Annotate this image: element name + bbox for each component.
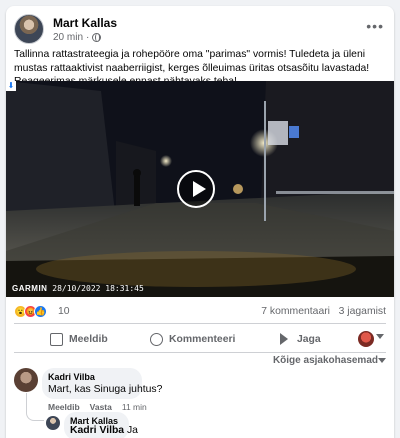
video-player[interactable]: ⬇ GARMIN 28/10/2022 18:31:45 [6, 81, 394, 297]
post-time[interactable]: 20 min [53, 32, 83, 43]
reaction-icons[interactable]: 😮 😡 👍 [14, 305, 47, 318]
reply-body: Ja [126, 425, 138, 436]
commenter-avatar[interactable] [14, 368, 38, 392]
divider [14, 323, 386, 324]
watermark-timestamp: 28/10/2022 18:31:45 [52, 284, 144, 293]
author-avatar[interactable] [14, 14, 44, 44]
comment-actions: Meeldib Vasta 11 min [48, 402, 147, 412]
watermark-brand: GARMIN [12, 284, 48, 293]
comment-button[interactable]: Kommenteeri [150, 326, 235, 352]
share-label: Jaga [297, 333, 321, 345]
globe-icon [92, 33, 102, 42]
comment-count[interactable]: 7 kommentaari [261, 306, 330, 317]
chevron-down-icon[interactable] [376, 334, 384, 339]
play-button[interactable] [177, 170, 215, 208]
comment-time[interactable]: 11 min [122, 402, 147, 412]
divider [14, 352, 386, 353]
post-meta: 20 min · [53, 32, 102, 43]
post-as-avatar[interactable] [358, 331, 374, 347]
reply-avatar[interactable] [46, 416, 60, 430]
reply-text: Kadri Vilba Ja [70, 425, 138, 436]
post-stats: 😮 😡 👍 10 7 kommentaari 3 jagamist [14, 302, 386, 322]
reply-mention[interactable]: Kadri Vilba [70, 425, 124, 436]
post-card: Mart Kallas 20 min · ••• Tallinna rattas… [6, 6, 394, 438]
comment-like-button[interactable]: Meeldib [48, 402, 80, 412]
video-watermark: GARMIN 28/10/2022 18:31:45 [12, 284, 144, 293]
like-label: Meeldib [69, 333, 108, 345]
comment-text: Mart, kas Sinuga juhtus? [48, 384, 163, 395]
reply-thread-line [26, 393, 44, 421]
reaction-count[interactable]: 10 [58, 306, 70, 317]
share-icon [280, 333, 288, 345]
share-count[interactable]: 3 jagamist [339, 306, 386, 317]
share-button[interactable]: Jaga [280, 326, 321, 352]
post-header: Mart Kallas 20 min · ••• [14, 14, 386, 46]
comment-reply-button[interactable]: Vasta [90, 402, 112, 412]
download-icon[interactable]: ⬇ [6, 81, 16, 91]
reply-bubble: Mart Kallas Kadri Vilba Ja [64, 412, 138, 438]
more-options-icon[interactable]: ••• [366, 18, 384, 34]
post-actions: Meeldib Kommenteeri Jaga [14, 326, 386, 352]
comment-bubble: Kadri Vilba Mart, kas Sinuga juhtus? [42, 368, 162, 399]
chevron-down-icon[interactable] [378, 358, 386, 363]
comment-label: Kommenteeri [169, 333, 236, 345]
comment-sort-dropdown[interactable]: Kõige asjakohasemad [273, 355, 378, 366]
comment-icon [150, 332, 163, 346]
like-reaction-icon: 👍 [34, 305, 47, 318]
like-button[interactable]: Meeldib [50, 326, 108, 352]
commenter-name[interactable]: Kadri Vilba [48, 372, 95, 382]
thumbs-up-icon [50, 332, 63, 346]
author-name[interactable]: Mart Kallas [53, 16, 117, 30]
